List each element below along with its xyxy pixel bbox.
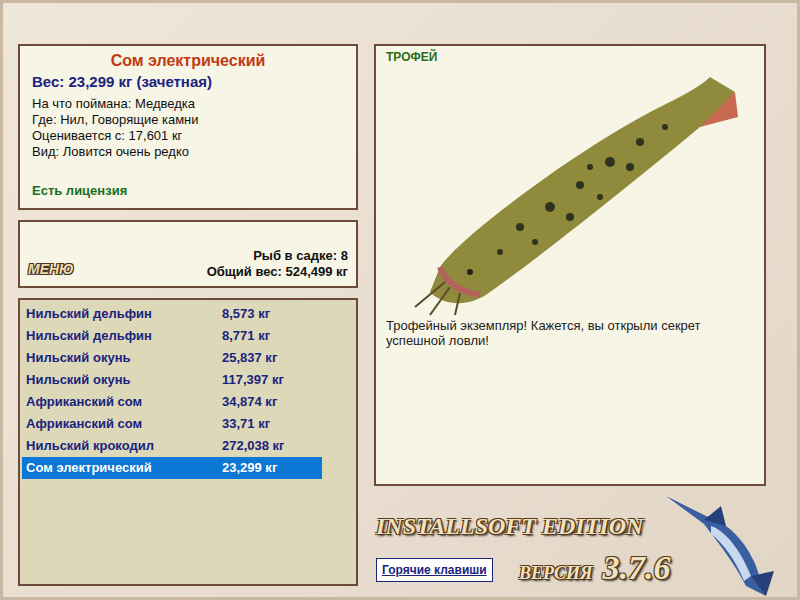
fish-count: Рыб в садке: 8 [253, 248, 348, 264]
catch-row[interactable]: Африканский сом34,874 кг [22, 391, 322, 413]
catch-row[interactable]: Сом электрический23,299 кг [22, 457, 322, 479]
left-column: Сом электрическийВес: 23,299 кг (зачетна… [18, 44, 358, 597]
version-number: 3.7.6 [602, 542, 670, 593]
catch-row[interactable]: Нильский дельфин8,771 кг [22, 325, 322, 347]
menu-panel: МЕНЮ Рыб в садке: 8Общий вес: 524,499 кг [18, 220, 358, 288]
fish-detail: Где: Нил, Говорящие камни [32, 112, 344, 128]
marlin-icon [666, 486, 776, 598]
right-column: ТРОФЕЙ Трофейный экземпляр! Кажется, вы о… [374, 44, 766, 597]
fish-weight: Вес: 23,299 кг (зачетная) [32, 72, 344, 92]
catch-weight: 34,874 кг [222, 392, 277, 412]
catch-row[interactable]: Нильский окунь117,397 кг [22, 369, 322, 391]
version-label: ВЕРСИЯ [519, 560, 592, 587]
catch-name: Нильский дельфин [22, 326, 222, 346]
catch-name: Сом электрический [22, 458, 222, 478]
catch-weight: 117,397 кг [222, 370, 284, 390]
catch-list: Нильский дельфин8,573 кгНильский дельфин… [18, 298, 358, 586]
catch-name: Африканский сом [22, 414, 222, 434]
catch-weight: 8,771 кг [222, 326, 270, 346]
hotkeys-button[interactable]: Горячие клавиши [376, 558, 493, 582]
branding-area: INSTALLSOFT EDITION ВЕРСИЯ 3.7.6 Горячие кл… [374, 486, 766, 597]
trophy-message: Трофейный экземпляр! Кажется, вы открыли… [386, 318, 754, 348]
catch-name: Африканский сом [22, 392, 222, 412]
catch-weight: 33,71 кг [222, 414, 270, 434]
fish-info-panel: Сом электрическийВес: 23,299 кг (зачетна… [18, 44, 358, 210]
fish-detail: Вид: Ловится очень редко [32, 144, 344, 160]
fish-detail: На что поймана: Медведка [32, 96, 344, 112]
trophy-panel: ТРОФЕЙ Трофейный экземпляр! Кажется, вы о… [374, 44, 766, 486]
catch-weight: 8,573 кг [222, 304, 270, 324]
total-weight: Общий вес: 524,499 кг [207, 264, 348, 280]
trophy-label: ТРОФЕЙ [386, 48, 754, 66]
keepnet-summary: Рыб в садке: 8Общий вес: 524,499 кг [207, 248, 348, 280]
catch-name: Нильский окунь [22, 348, 222, 368]
marlin-logo [666, 486, 776, 598]
catch-weight: 272,038 кг [222, 436, 285, 456]
catch-row[interactable]: Африканский сом33,71 кг [22, 413, 322, 435]
catch-row[interactable]: Нильский дельфин8,573 кг [22, 303, 322, 325]
catch-name: Нильский крокодил [22, 436, 222, 456]
license-status: Есть лицензия [32, 181, 344, 201]
fish-title: Сом электрический [32, 50, 344, 72]
catch-row[interactable]: Нильский крокодил272,038 кг [22, 435, 322, 457]
catch-weight: 25,837 кг [222, 348, 277, 368]
fish-picture [386, 66, 754, 318]
fish-icon [400, 67, 740, 317]
catch-row[interactable]: Нильский окунь25,837 кг [22, 347, 322, 369]
catch-name: Нильский дельфин [22, 304, 222, 324]
version-box: ВЕРСИЯ 3.7.6 [519, 542, 670, 593]
catch-weight: 23,299 кг [222, 458, 277, 478]
menu-button[interactable]: МЕНЮ [28, 259, 74, 280]
fish-detail: Оценивается с: 17,601 кг [32, 128, 344, 144]
catch-name: Нильский окунь [22, 370, 222, 390]
edition-logo: INSTALLSOFT EDITION [376, 508, 643, 544]
